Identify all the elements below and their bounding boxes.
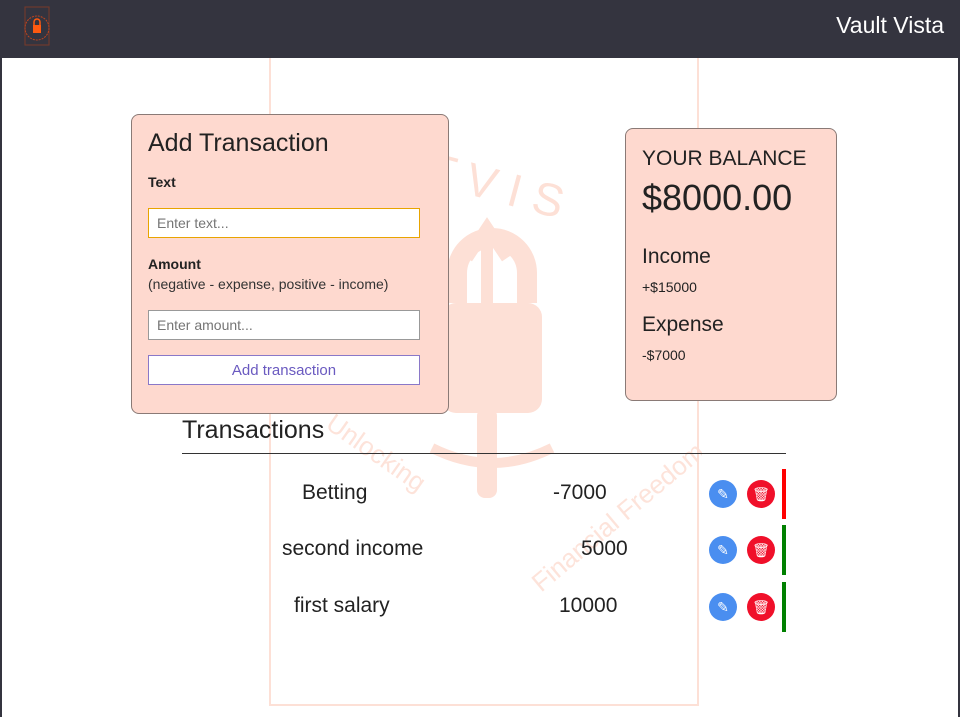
edit-icon[interactable]: ✎: [709, 536, 737, 564]
add-transaction-button[interactable]: Add transaction: [148, 355, 420, 385]
text-input[interactable]: [148, 208, 420, 238]
edit-icon[interactable]: ✎: [709, 480, 737, 508]
amount-label: Amount: [148, 256, 201, 272]
navbar: Vault Vista: [2, 0, 960, 58]
transactions-title: Transactions: [182, 416, 325, 444]
expense-label: Expense: [642, 313, 724, 336]
balance-card: YOUR BALANCE $8000.00 Income +$15000 Exp…: [625, 128, 837, 401]
brand-title[interactable]: Vault Vista: [836, 12, 944, 39]
transaction-name: Betting: [302, 481, 368, 504]
text-label: Text: [148, 174, 176, 190]
amount-hint: (negative - expense, positive - income): [148, 276, 389, 292]
transaction-name: first salary: [294, 594, 390, 617]
trash-icon[interactable]: 🗑: [747, 593, 775, 621]
trash-icon[interactable]: 🗑: [747, 536, 775, 564]
transaction-row: second income 5000 ✎ 🗑: [182, 525, 786, 575]
transaction-amount: -7000: [553, 481, 607, 504]
income-value: +$15000: [642, 279, 697, 295]
status-bar: [782, 525, 786, 575]
add-transaction-card: Add Transaction Text Amount (negative - …: [131, 114, 449, 414]
add-transaction-title: Add Transaction: [148, 129, 329, 157]
status-bar: [782, 582, 786, 632]
transaction-name: second income: [282, 537, 424, 560]
logo-icon: [24, 6, 50, 46]
transaction-row: Betting -7000 ✎ 🗑: [182, 469, 786, 519]
income-label: Income: [642, 245, 711, 268]
edit-icon[interactable]: ✎: [709, 593, 737, 621]
balance-title: YOUR BALANCE: [642, 147, 807, 170]
amount-input[interactable]: [148, 310, 420, 340]
transaction-amount: 10000: [559, 594, 618, 617]
expense-value: -$7000: [642, 347, 686, 363]
transaction-row: first salary 10000 ✎ 🗑: [182, 582, 786, 632]
trash-icon[interactable]: 🗑: [747, 480, 775, 508]
balance-value: $8000.00: [642, 177, 793, 218]
transaction-amount: 5000: [581, 537, 628, 560]
divider: [182, 453, 786, 454]
status-bar: [782, 469, 786, 519]
